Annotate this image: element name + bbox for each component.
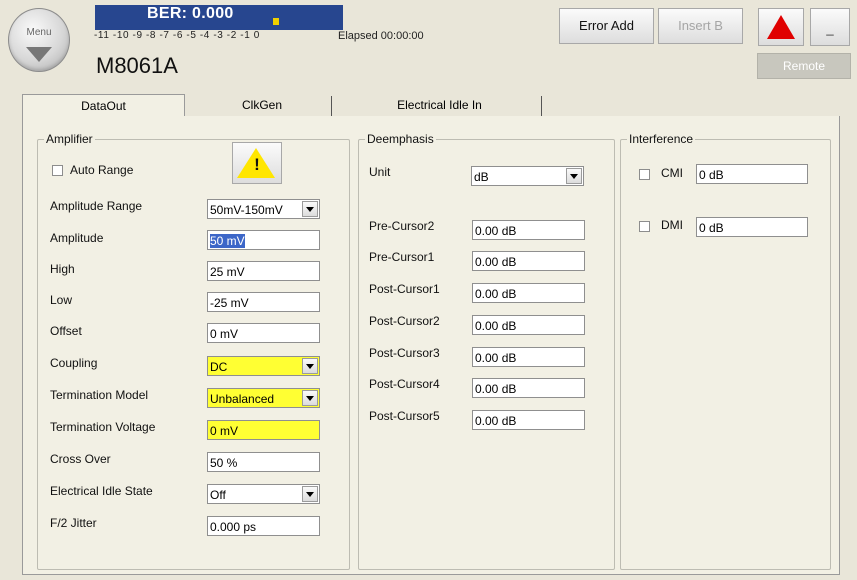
amplifier-group: Amplifier <box>37 132 350 570</box>
cross-over-field[interactable]: 50 % <box>207 452 320 472</box>
f2-jitter-field[interactable]: 0.000 ps <box>207 516 320 536</box>
amplitude-range-label: Amplitude Range <box>50 199 143 213</box>
exclamation-icon: ! <box>254 155 260 174</box>
menu-button[interactable]: Menu <box>8 8 70 72</box>
amplitude-range-value: 50mV-150mV <box>210 203 283 217</box>
post-cursor5-field[interactable]: 0.00 dB <box>472 410 585 430</box>
offset-label: Offset <box>50 324 82 338</box>
cross-over-label: Cross Over <box>50 452 111 466</box>
deemphasis-title: Deemphasis <box>367 132 434 146</box>
warning-button[interactable] <box>758 8 804 46</box>
termination-voltage-label: Termination Voltage <box>50 420 156 434</box>
amplitude-range-select[interactable]: 50mV-150mV <box>207 199 320 219</box>
pre-cursor2-label: Pre-Cursor2 <box>369 219 435 233</box>
chevron-down-icon <box>302 201 318 217</box>
elapsed-time: Elapsed 00:00:00 <box>338 30 424 42</box>
ber-scale: -11 -10 -9 -8 -7 -6 -5 -4 -3 -2 -1 0 <box>94 30 260 41</box>
post-cursor1-field[interactable]: 0.00 dB <box>472 283 585 303</box>
offset-field[interactable]: 0 mV <box>207 323 320 343</box>
auto-range-label: Auto Range <box>70 163 134 177</box>
high-field[interactable]: 25 mV <box>207 261 320 281</box>
high-label: High <box>50 262 75 276</box>
post-cursor3-field[interactable]: 0.00 dB <box>472 347 585 367</box>
cmi-checkbox[interactable] <box>639 169 650 180</box>
pre-cursor1-field[interactable]: 0.00 dB <box>472 251 585 271</box>
minimize-button[interactable]: _ <box>810 8 850 46</box>
ber-display: BER: 0.000 <box>95 5 343 30</box>
f2-jitter-label: F/2 Jitter <box>50 516 97 530</box>
auto-range-checkbox[interactable] <box>52 165 63 176</box>
post-cursor1-label: Post-Cursor1 <box>369 282 440 296</box>
chevron-down-icon <box>566 168 582 184</box>
post-cursor4-label: Post-Cursor4 <box>369 377 440 391</box>
coupling-value: DC <box>210 360 228 374</box>
chevron-down-icon <box>302 486 318 502</box>
unit-label: Unit <box>369 165 391 179</box>
warning-icon <box>767 15 795 39</box>
chevron-down-icon <box>26 47 52 62</box>
coupling-select[interactable]: DC <box>207 356 320 376</box>
dmi-field[interactable]: 0 dB <box>696 217 808 237</box>
post-cursor3-label: Post-Cursor3 <box>369 346 440 360</box>
pre-cursor2-field[interactable]: 0.00 dB <box>472 220 585 240</box>
cmi-label: CMI <box>661 166 683 180</box>
interference-title: Interference <box>629 132 694 146</box>
amplifier-title: Amplifier <box>46 132 93 146</box>
interference-group: Interference <box>620 132 831 570</box>
model-name: M8061A <box>96 53 178 78</box>
unit-select[interactable]: dB <box>471 166 584 186</box>
termination-model-label: Termination Model <box>50 388 149 402</box>
termination-model-select[interactable]: Unbalanced <box>207 388 320 408</box>
cmi-field[interactable]: 0 dB <box>696 164 808 184</box>
chevron-down-icon <box>302 358 318 374</box>
tab-clkgen[interactable]: ClkGen <box>193 94 331 117</box>
electrical-idle-state-value: Off <box>210 488 226 502</box>
insert-b-button[interactable]: Insert B <box>658 8 743 44</box>
tab-electrical-idle-in[interactable]: Electrical Idle In <box>337 94 542 117</box>
dmi-label: DMI <box>661 218 683 232</box>
pre-cursor1-label: Pre-Cursor1 <box>369 250 435 264</box>
tab-dataout[interactable]: DataOut <box>22 94 185 118</box>
low-field[interactable]: -25 mV <box>207 292 320 312</box>
amplitude-field[interactable]: 50 mV <box>207 230 320 250</box>
tab-divider <box>331 96 332 116</box>
post-cursor4-field[interactable]: 0.00 dB <box>472 378 585 398</box>
termination-voltage-field[interactable]: 0 mV <box>207 420 320 440</box>
post-cursor2-label: Post-Cursor2 <box>369 314 440 328</box>
low-label: Low <box>50 293 73 307</box>
post-cursor2-field[interactable]: 0.00 dB <box>472 315 585 335</box>
electrical-idle-state-label: Electrical Idle State <box>50 484 153 498</box>
coupling-label: Coupling <box>50 356 98 370</box>
error-add-button[interactable]: Error Add <box>559 8 654 44</box>
tab-divider <box>541 96 542 116</box>
amplitude-label: Amplitude <box>50 231 104 245</box>
dmi-checkbox[interactable] <box>639 221 650 232</box>
chevron-down-icon <box>302 390 318 406</box>
post-cursor5-label: Post-Cursor5 <box>369 409 440 423</box>
electrical-idle-state-select[interactable]: Off <box>207 484 320 504</box>
amplitude-value: 50 mV <box>210 234 245 248</box>
termination-model-value: Unbalanced <box>210 392 275 406</box>
remote-button[interactable]: Remote <box>757 53 851 79</box>
menu-label: Menu <box>26 27 52 38</box>
amplifier-alert-button[interactable]: ! <box>232 142 282 184</box>
unit-value: dB <box>474 170 489 184</box>
ber-marker-icon <box>273 18 279 25</box>
ber-value: BER: 0.000 <box>147 5 234 22</box>
